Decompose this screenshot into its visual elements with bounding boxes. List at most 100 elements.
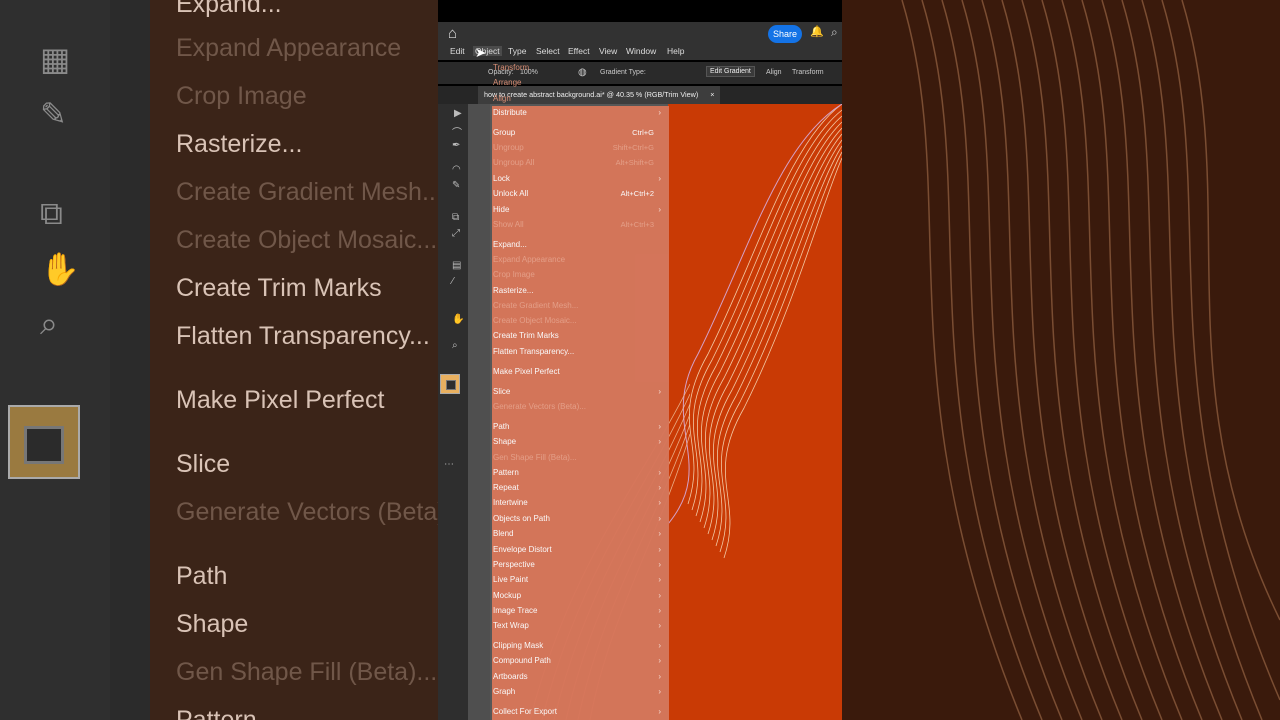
submenu-arrow-icon: ›: [658, 560, 661, 569]
menu-item-expand-appearance: Expand Appearance: [492, 255, 669, 268]
menu-item-make-pixel-perfect[interactable]: Make Pixel Perfect: [492, 367, 669, 380]
blurred-menu-item: Create Gradient Mesh...: [176, 178, 438, 206]
edit-gradient-button[interactable]: Edit Gradient: [706, 66, 755, 77]
ghost-menu-arrange: Arrange: [493, 78, 522, 87]
curvature-icon[interactable]: ◠: [452, 164, 461, 175]
menu-item-group[interactable]: Group Ctrl+G: [492, 128, 669, 141]
free-transform-icon[interactable]: ⤢: [452, 228, 460, 239]
menu-item-shape[interactable]: Shape ›: [492, 437, 669, 450]
blurred-menu-item: Create Trim Marks: [176, 274, 382, 302]
menu-select[interactable]: Select: [536, 46, 560, 56]
lasso-icon[interactable]: ⌒: [452, 124, 462, 139]
submenu-arrow-icon: ›: [658, 174, 661, 183]
blurred-menu-item: Crop Image: [176, 82, 307, 110]
search-icon[interactable]: ⌕: [831, 25, 838, 40]
title-bar: ⌂ Share 🔔 ⌕: [438, 22, 842, 46]
scale-icon[interactable]: ⧉: [452, 212, 459, 223]
ghost-menu-align: Align: [493, 94, 511, 103]
menu-item-slice[interactable]: Slice ›: [492, 387, 669, 400]
menu-item-unlock-all[interactable]: Unlock All Alt+Ctrl+2: [492, 189, 669, 202]
pen-tool-icon[interactable]: ✒: [452, 140, 460, 151]
submenu-arrow-icon: ›: [658, 545, 661, 554]
menu-item-clipping-mask[interactable]: Clipping Mask ›: [492, 641, 669, 654]
close-tab-icon[interactable]: ×: [710, 90, 714, 99]
menu-effect[interactable]: Effect: [568, 46, 590, 56]
blurred-lines-art: [901, 0, 1280, 720]
menu-item-ungroup-all: Ungroup All Alt+Shift+G: [492, 158, 669, 171]
submenu-arrow-icon: ›: [658, 422, 661, 431]
artboard[interactable]: [668, 104, 842, 720]
menu-item-graph[interactable]: Graph ›: [492, 687, 669, 700]
menu-view[interactable]: View: [599, 46, 617, 56]
menu-item-label: Rasterize...: [493, 286, 534, 295]
left-blurred-backdrop: ▦ ✎ ⧉ ✋ ⌕ Expand... Expand Appearance Crop…: [0, 0, 438, 720]
menu-item-create-object-mosaic: Create Object Mosaic...: [492, 316, 669, 329]
document-tab[interactable]: how to create abstract background.ai* @ …: [478, 86, 721, 104]
canvas-gutter: [468, 104, 490, 720]
menu-help[interactable]: Help: [667, 46, 684, 56]
menu-item-label: Text Wrap: [493, 621, 529, 630]
submenu-arrow-icon: ›: [658, 468, 661, 477]
menu-item-label: Expand Appearance: [493, 255, 566, 264]
eyedropper-icon[interactable]: ⁄: [452, 276, 454, 287]
transform-link[interactable]: Transform: [792, 69, 824, 76]
brush-icon[interactable]: ✎: [452, 180, 460, 191]
blurred-menu-item: Path: [176, 562, 228, 590]
right-blurred-backdrop: [842, 0, 1280, 720]
blurred-menu-item: Make Pixel Perfect: [176, 386, 385, 414]
submenu-arrow-icon: ›: [658, 606, 661, 615]
menu-item-blend[interactable]: Blend ›: [492, 529, 669, 542]
menu-item-label: Unlock All: [493, 189, 529, 198]
share-button[interactable]: Share: [768, 25, 802, 43]
menu-item-lock[interactable]: Lock ›: [492, 174, 669, 187]
menu-item-create-gradient-mesh: Create Gradient Mesh...: [492, 301, 669, 314]
menu-item-create-trim-marks[interactable]: Create Trim Marks: [492, 331, 669, 344]
menu-type[interactable]: Type: [508, 46, 526, 56]
gradient-tool-icon[interactable]: ▤: [452, 260, 461, 271]
zoom-icon: ⌕: [40, 305, 58, 341]
menu-item-envelope-distort[interactable]: Envelope Distort ›: [492, 545, 669, 558]
menu-item-objects-on-path[interactable]: Objects on Path ›: [492, 514, 669, 527]
hand-icon[interactable]: ✋: [452, 314, 464, 325]
stroke-swatch[interactable]: [446, 380, 456, 390]
menu-item-flatten-transparency[interactable]: Flatten Transparency...: [492, 347, 669, 360]
menu-item-hide[interactable]: Hide ›: [492, 205, 669, 218]
menu-item-text-wrap[interactable]: Text Wrap ›: [492, 621, 669, 634]
menu-item-label: Pattern: [493, 468, 519, 477]
more-tools-icon[interactable]: ⋯: [444, 459, 454, 470]
align-link[interactable]: Align: [766, 69, 782, 76]
menu-item-shortcut: Alt+Shift+G: [615, 158, 654, 167]
submenu-arrow-icon: ›: [658, 707, 661, 716]
mouse-cursor-icon: ➤: [475, 45, 486, 60]
notification-bell-icon[interactable]: 🔔: [810, 25, 824, 38]
menu-item-path[interactable]: Path ›: [492, 422, 669, 435]
zoom-icon[interactable]: ⌕: [452, 340, 458, 351]
menu-item-pattern[interactable]: Pattern ›: [492, 468, 669, 481]
menu-item-artboards[interactable]: Artboards ›: [492, 672, 669, 685]
submenu-arrow-icon: ›: [658, 514, 661, 523]
stroke-swatch: [24, 426, 64, 464]
globe-icon[interactable]: ◍: [578, 67, 587, 78]
menu-item-mockup[interactable]: Mockup ›: [492, 591, 669, 604]
menu-item-collect-for-export[interactable]: Collect For Export ›: [492, 707, 669, 720]
menu-item-compound-path[interactable]: Compound Path ›: [492, 656, 669, 669]
menu-item-label: Collect For Export: [493, 707, 558, 716]
menu-item-ungroup: Ungroup Shift+Ctrl+G: [492, 143, 669, 156]
menu-item-image-trace[interactable]: Image Trace ›: [492, 606, 669, 619]
menu-item-expand[interactable]: Expand...: [492, 240, 669, 253]
menu-item-rasterize[interactable]: Rasterize...: [492, 286, 669, 299]
blurred-menu-item: Pattern: [176, 706, 257, 720]
home-icon[interactable]: ⌂: [448, 26, 464, 42]
submenu-arrow-icon: ›: [658, 621, 661, 630]
menu-item-intertwine[interactable]: Intertwine ›: [492, 498, 669, 511]
menu-item-perspective[interactable]: Perspective ›: [492, 560, 669, 573]
selection-tool-icon[interactable]: ▶: [454, 108, 462, 119]
menu-edit[interactable]: Edit: [450, 46, 465, 56]
menu-item-distribute[interactable]: Distribute ›: [492, 108, 669, 121]
menu-item-label: Image Trace: [493, 606, 538, 615]
menu-item-live-paint[interactable]: Live Paint ›: [492, 575, 669, 588]
menu-item-repeat[interactable]: Repeat ›: [492, 483, 669, 496]
menu-item-generate-vectors-beta: Generate Vectors (Beta)...: [492, 402, 669, 415]
hand-icon: ✋: [40, 251, 80, 287]
menu-window[interactable]: Window: [626, 46, 656, 56]
